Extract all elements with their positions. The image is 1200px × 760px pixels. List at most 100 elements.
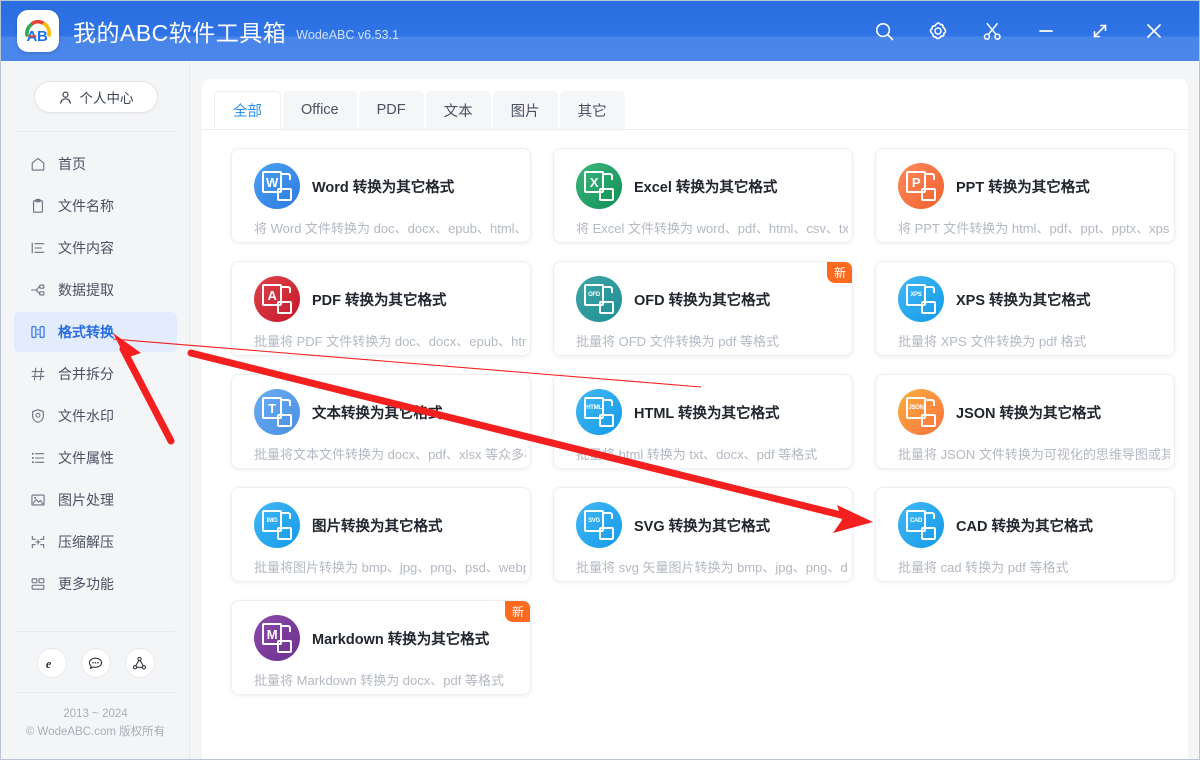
tool-card-head: SVGSVG 转换为其它格式 — [554, 488, 852, 548]
icon-glyph: T — [262, 397, 292, 427]
gear-icon — [927, 20, 949, 42]
minimize-button[interactable] — [1019, 9, 1073, 53]
search-button[interactable] — [857, 9, 911, 53]
tab-text[interactable]: 文本 — [426, 91, 491, 129]
convert-file-icon: P — [898, 163, 944, 209]
tool-card-title: 文本转换为其它格式 — [312, 402, 443, 423]
tool-card-title: Markdown 转换为其它格式 — [312, 628, 489, 649]
tool-card-desc: 将 PPT 文件转换为 html、pdf、ppt、pptx、xps 等 — [898, 218, 1170, 237]
icon-glyph-sub — [277, 301, 292, 314]
main-content: 全部 Office PDF 文本 图片 其它 WWord 转换为其它格式将 Wo… — [190, 61, 1200, 759]
icon-glyph: X — [584, 171, 614, 201]
snip-button[interactable] — [965, 9, 1019, 53]
sidebar-item-label: 文件内容 — [58, 238, 114, 258]
sidebar-item-compress[interactable]: 压缩解压 — [14, 522, 177, 562]
compress-icon — [30, 534, 47, 550]
sidebar-item-image-process[interactable]: 图片处理 — [14, 480, 177, 520]
tool-card-title: PPT 转换为其它格式 — [956, 176, 1090, 197]
tool-card[interactable]: XExcel 转换为其它格式将 Excel 文件转换为 word、pdf、htm… — [553, 148, 853, 243]
tool-card-desc: 将 Excel 文件转换为 word、pdf、html、csv、txt、s — [576, 218, 848, 237]
tool-card-desc: 批量将 html 转换为 txt、docx、pdf 等格式 — [576, 444, 848, 463]
tab-pdf[interactable]: PDF — [359, 91, 424, 129]
sidebar-item-more-features[interactable]: 更多功能 — [14, 564, 177, 604]
icon-glyph: A — [262, 284, 292, 314]
tool-card-grid: WWord 转换为其它格式将 Word 文件转换为 doc、docx、epub、… — [202, 130, 1188, 695]
convert-file-icon: X — [576, 163, 622, 209]
tool-card[interactable]: APDF 转换为其它格式批量将 PDF 文件转换为 doc、docx、epub、… — [231, 261, 531, 356]
sidebar-item-data-extract[interactable]: 数据提取 — [14, 270, 177, 310]
tab-other[interactable]: 其它 — [560, 91, 625, 129]
tool-card[interactable]: XPS XPS 转换为其它格式批量将 XPS 文件转换为 pdf 格式 — [875, 261, 1175, 356]
sidebar-item-label: 更多功能 — [58, 574, 114, 594]
sidebar-item-watermark[interactable]: 文件水印 — [14, 396, 177, 436]
icon-glyph: P — [906, 171, 936, 201]
tool-card-desc: 将 Word 文件转换为 doc、docx、epub、html、pd — [254, 218, 526, 237]
tool-card-head: XPS XPS 转换为其它格式 — [876, 262, 1174, 322]
svg-text:e: e — [46, 656, 52, 670]
tool-card-desc: 批量将 JSON 文件转换为可视化的思维导图或其它格 — [898, 444, 1170, 463]
app-logo: A B — [17, 10, 59, 52]
feedback-button[interactable] — [81, 648, 111, 678]
tab-all[interactable]: 全部 — [214, 91, 281, 129]
sidebar-item-format-convert[interactable]: 格式转换 — [14, 312, 177, 352]
convert-file-icon: T — [254, 389, 300, 435]
app-window: A B 我的ABC软件工具箱 WodeABC v6.53.1 — [0, 0, 1200, 760]
tool-card[interactable]: IMG图片转换为其它格式批量将图片转换为 bmp、jpg、png、psd、web… — [231, 487, 531, 582]
tool-card-head: IMG图片转换为其它格式 — [232, 488, 530, 548]
tool-card[interactable]: CADCAD 转换为其它格式批量将 cad 转换为 pdf 等格式 — [875, 487, 1175, 582]
copyright-block: 2013 ~ 2024 © WodeABC.com 版权所有 — [2, 693, 189, 759]
icon-glyph: OFD — [584, 284, 614, 314]
new-badge: 新 — [827, 261, 853, 283]
tool-card[interactable]: P PPT 转换为其它格式将 PPT 文件转换为 html、pdf、ppt、ppt… — [875, 148, 1175, 243]
icon-glyph: HTML — [584, 397, 614, 427]
tool-card[interactable]: HTMLHTML 转换为其它格式批量将 html 转换为 txt、docx、pd… — [553, 374, 853, 469]
home-icon — [30, 156, 47, 172]
user-center-button[interactable]: 个人中心 — [34, 81, 158, 113]
tool-card-title: PDF 转换为其它格式 — [312, 289, 447, 310]
sidebar-item-file-property[interactable]: 文件属性 — [14, 438, 177, 478]
app-version: WodeABC v6.53.1 — [296, 20, 399, 42]
maximize-icon — [1089, 20, 1111, 42]
scissors-icon — [982, 21, 1003, 42]
tool-card-title: SVG 转换为其它格式 — [634, 515, 770, 536]
convert-file-icon: XPS — [898, 276, 944, 322]
share-button[interactable] — [125, 648, 155, 678]
sidebar-item-file-name[interactable]: 文件名称 — [14, 186, 177, 226]
image-process-icon — [30, 492, 47, 508]
tab-office[interactable]: Office — [283, 91, 357, 129]
browser-button[interactable]: e — [37, 648, 67, 678]
tool-card[interactable]: T文本转换为其它格式批量将文本文件转换为 docx、pdf、xlsx 等众多格式 — [231, 374, 531, 469]
sidebar-item-merge-split[interactable]: 合并拆分 — [14, 354, 177, 394]
sidebar-footer: e 2013 ~ 2024 © WodeABC. — [2, 631, 189, 759]
tool-card[interactable]: JSONJSON 转换为其它格式批量将 JSON 文件转换为可视化的思维导图或其… — [875, 374, 1175, 469]
icon-glyph-sub — [921, 414, 936, 427]
icon-glyph-sub — [921, 188, 936, 201]
close-button[interactable] — [1127, 9, 1181, 53]
settings-button[interactable] — [911, 9, 965, 53]
tool-card-head: OFD OFD 转换为其它格式 — [554, 262, 852, 322]
tool-card[interactable]: OFDOFD 转换为其它格式批量将 OFD 文件转换为 pdf 等格式新 — [553, 261, 853, 356]
tool-card-desc: 批量将 XPS 文件转换为 pdf 格式 — [898, 331, 1170, 350]
title-bar: A B 我的ABC软件工具箱 WodeABC v6.53.1 — [1, 1, 1199, 61]
icon-glyph-arrow — [282, 512, 291, 519]
user-icon — [58, 90, 73, 105]
user-center-label: 个人中心 — [80, 87, 134, 107]
tool-card[interactable]: WWord 转换为其它格式将 Word 文件转换为 doc、docx、epub、… — [231, 148, 531, 243]
tool-card-head: JSONJSON 转换为其它格式 — [876, 375, 1174, 435]
tool-card-desc: 批量将 Markdown 转换为 docx、pdf 等格式 — [254, 670, 526, 689]
tool-card[interactable]: M Markdown 转换为其它格式批量将 Markdown 转换为 docx、p… — [231, 600, 531, 695]
sidebar-item-file-content[interactable]: 文件内容 — [14, 228, 177, 268]
icon-glyph-arrow — [926, 399, 935, 406]
tool-card[interactable]: SVGSVG 转换为其它格式批量将 svg 矢量图片转换为 bmp、jpg、pn… — [553, 487, 853, 582]
sidebar-item-home[interactable]: 首页 — [14, 144, 177, 184]
icon-glyph: M — [262, 623, 292, 653]
tool-card-title: OFD 转换为其它格式 — [634, 289, 770, 310]
tool-card-title: XPS 转换为其它格式 — [956, 289, 1091, 310]
icon-glyph: JSON — [906, 397, 936, 427]
tab-image[interactable]: 图片 — [493, 91, 558, 129]
icon-glyph-sub — [277, 527, 292, 540]
convert-file-icon: W — [254, 163, 300, 209]
convert-file-icon: HTML — [576, 389, 622, 435]
maximize-button[interactable] — [1073, 9, 1127, 53]
icon-glyph-arrow — [604, 173, 613, 180]
